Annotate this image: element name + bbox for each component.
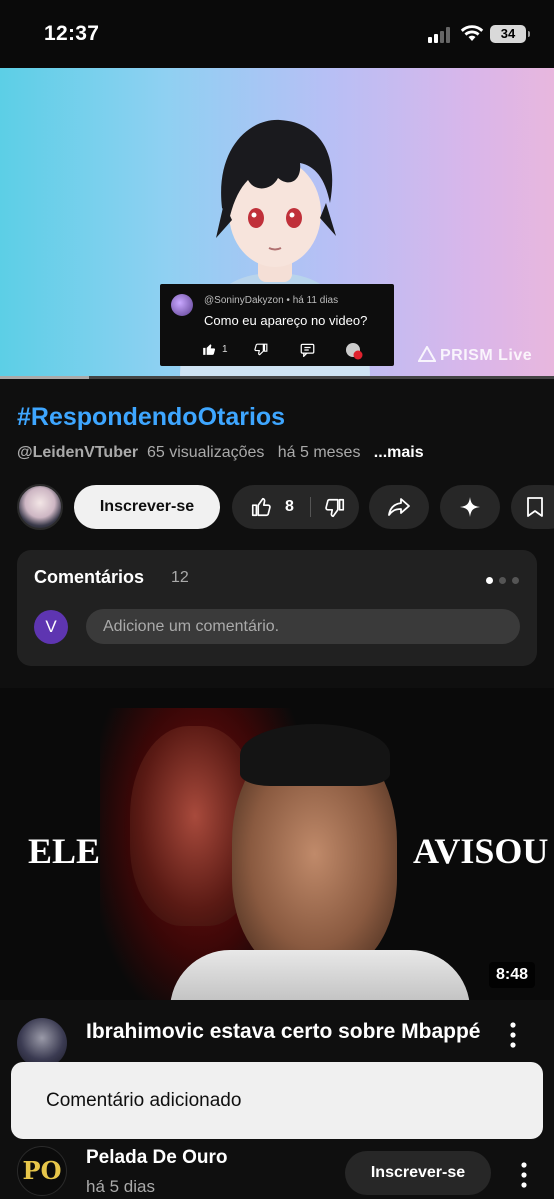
comment-reply-sticker: @SoninyDakyzon • há 11 dias Como eu apar… xyxy=(160,284,394,366)
comments-count: 12 xyxy=(171,569,189,586)
comment-actions: 1 xyxy=(202,342,382,360)
commenter-avatar xyxy=(171,294,193,316)
thumbs-up-icon xyxy=(203,344,216,355)
comment-like-count: 1 xyxy=(222,344,228,355)
video-duration-badge: 8:48 xyxy=(489,962,536,988)
user-avatar: V xyxy=(34,610,68,644)
comments-card[interactable]: Comentários 12 V Adicione um comentário. xyxy=(17,550,537,666)
reply-icon xyxy=(300,343,315,357)
next-video-title[interactable]: Ibrahimovic estava certo sobre Mbappé xyxy=(86,1018,486,1045)
wifi-icon xyxy=(460,25,484,41)
ask-ai-button[interactable] xyxy=(440,485,500,529)
share-button[interactable] xyxy=(369,485,429,529)
subscribe-button[interactable]: Inscrever-se xyxy=(74,485,220,529)
video-progress-bar[interactable] xyxy=(0,376,554,379)
progress-fill xyxy=(0,376,89,379)
thumbnail-shirt xyxy=(170,950,470,1000)
snackbar-toast: Comentário adicionado xyxy=(11,1062,543,1139)
prism-live-watermark: PRISM Live xyxy=(417,344,533,365)
watermark-text: PRISM Live xyxy=(440,347,533,364)
channel-avatar[interactable] xyxy=(17,484,63,530)
thumbnail-text-left: ELE xyxy=(28,831,101,871)
bottom-channel-name[interactable]: Pelada De Ouro xyxy=(86,1147,228,1169)
share-icon xyxy=(388,498,410,516)
more-options-icon[interactable] xyxy=(516,1160,532,1190)
bottom-channel-age: há 5 dias xyxy=(86,1177,155,1196)
like-divider xyxy=(310,497,311,517)
comments-pager-dots xyxy=(480,571,519,589)
channel-handle[interactable]: @LeidenVTuber xyxy=(17,444,138,461)
comment-text: Como eu apareço no video? xyxy=(204,313,368,328)
video-metadata[interactable]: @LeidenVTuber 65 visualizações há 5 mese… xyxy=(17,444,424,462)
creator-heart-icon xyxy=(346,343,363,360)
comments-title: Comentários xyxy=(34,567,145,587)
bookmark-icon xyxy=(527,497,543,517)
next-video-thumbnail[interactable]: ELE AVISOU xyxy=(0,688,554,1000)
signal-icon xyxy=(428,27,454,43)
like-count: 8 xyxy=(285,498,294,515)
video-player[interactable]: @SoninyDakyzon • há 11 dias Como eu apar… xyxy=(0,68,554,378)
sparkle-icon xyxy=(460,497,480,517)
thumbnail-text-right: AVISOU xyxy=(413,831,549,871)
video-title[interactable]: #RespondendoOtarios xyxy=(17,403,285,432)
status-bar: 12:37 34 xyxy=(0,0,554,68)
add-comment-input[interactable]: Adicione um comentário. xyxy=(86,609,520,644)
commenter-username: @SoninyDakyzon • há 11 dias xyxy=(204,295,339,306)
save-button[interactable] xyxy=(511,485,554,529)
like-dislike-pill: 8 xyxy=(232,485,359,529)
upload-age: há 5 meses xyxy=(277,444,361,461)
next-video-channel-avatar[interactable] xyxy=(17,1018,67,1068)
more-options-icon[interactable] xyxy=(505,1020,521,1050)
view-count: 65 visualizações xyxy=(146,444,265,461)
thumbnail-hair xyxy=(240,724,390,786)
status-time: 12:37 xyxy=(44,22,100,45)
bottom-subscribe-button[interactable]: Inscrever-se xyxy=(345,1151,491,1195)
thumbs-down-icon xyxy=(254,343,268,356)
thumbs-up-icon[interactable] xyxy=(250,496,272,518)
prism-logo-icon xyxy=(417,344,437,362)
thumbs-down-icon[interactable] xyxy=(324,497,346,519)
pelada-de-ouro-avatar[interactable]: PO xyxy=(17,1146,67,1196)
more-link[interactable]: ...mais xyxy=(374,444,424,461)
battery-icon: 34 xyxy=(490,25,530,43)
